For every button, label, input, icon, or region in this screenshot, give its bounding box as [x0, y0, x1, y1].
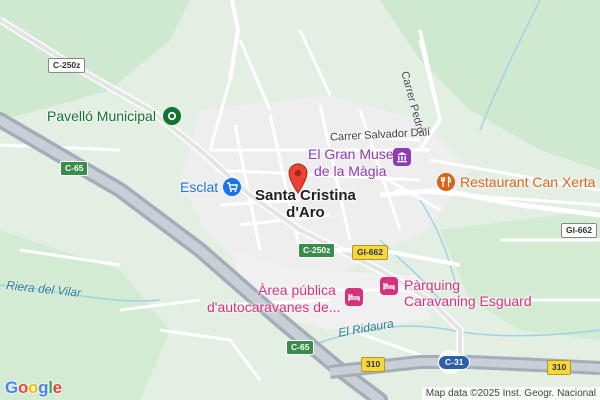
road-shield-c250z-mid: C-250z: [298, 243, 336, 258]
google-logo-letter: o: [28, 378, 39, 397]
park-icon: [163, 107, 181, 125]
google-logo-letter: e: [52, 378, 62, 397]
google-logo-letter: o: [17, 378, 29, 397]
road-shield-c250z-top: C-250z: [48, 58, 86, 73]
poi-label-pavello: Pavelló Municipal: [47, 108, 156, 124]
road-shield-c65-left: C-65: [60, 161, 89, 176]
map-attribution[interactable]: Map data ©2025 Inst. Geogr. Nacional: [421, 387, 600, 400]
google-logo-letter: G: [5, 378, 18, 397]
road-shield-c31: C-31: [438, 355, 471, 370]
poi-label-museu-line2: de la Màgia: [314, 163, 387, 179]
poi-label-parquing-line1: Pàrquing: [404, 277, 461, 293]
town-label-line2: d'Aro: [286, 204, 325, 222]
google-logo-letter: g: [38, 378, 49, 397]
road-shield-gi662-right: GI-662: [561, 223, 597, 238]
poi-label-area-line2: d'autocaravanes de...: [207, 299, 341, 315]
poi-label-esclat: Esclat: [180, 179, 219, 195]
road-shield-c65-bottom: C-65: [286, 340, 315, 355]
google-logo: Google: [5, 378, 62, 398]
road-shield-310-left: 310: [361, 357, 386, 372]
map-pin-icon[interactable]: [287, 162, 309, 194]
map-canvas[interactable]: C-250z C-65 C-250z GI-662 GI-662 C-65 31…: [0, 0, 600, 400]
lodging-icon: [380, 277, 398, 295]
restaurant-icon: [437, 173, 455, 191]
lodging-icon: [345, 288, 363, 306]
road-shield-gi662-mid: GI-662: [352, 245, 388, 260]
museum-icon: [393, 148, 411, 166]
shopping-cart-icon: [223, 178, 241, 196]
poi-label-restaurant: Restaurant Can Xerta: [460, 174, 596, 190]
road-shield-310-right: 310: [547, 360, 572, 375]
poi-label-museu-line1: El Gran Museu: [308, 146, 402, 162]
poi-label-area-line1: Àrea pública: [258, 282, 336, 298]
poi-label-parquing-line2: Caravaning Esguard: [404, 293, 532, 309]
